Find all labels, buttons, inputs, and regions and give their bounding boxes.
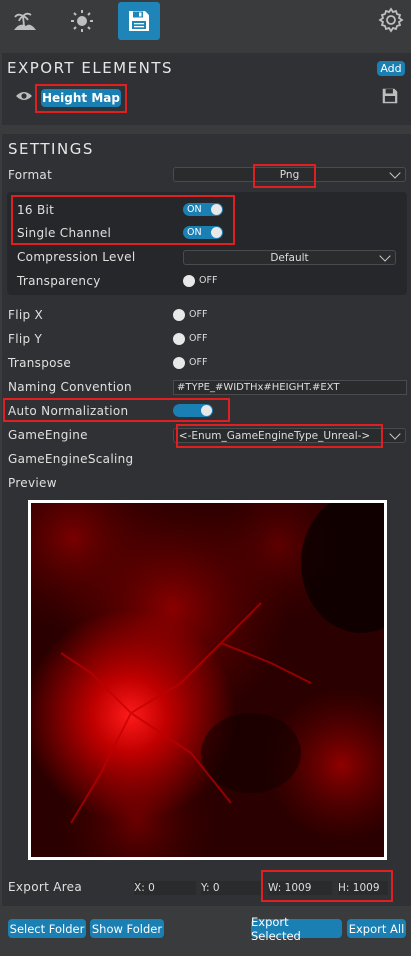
transparency-label: Transparency <box>17 274 101 288</box>
transparency-toggle[interactable]: OFF <box>183 275 223 287</box>
flip-y-label: Flip Y <box>8 332 43 346</box>
game-engine-scaling-label: GameEngineScaling <box>8 452 134 466</box>
export-area-label: Export Area <box>8 880 83 894</box>
flip-y-state: OFF <box>189 333 208 344</box>
toggle-knob <box>173 333 185 345</box>
format-label: Format <box>8 168 53 182</box>
toggle-knob <box>183 275 195 287</box>
settings-title: SETTINGS <box>8 140 94 158</box>
game-engine-highlight <box>176 424 383 448</box>
save-element-button[interactable] <box>382 88 398 107</box>
eye-icon <box>15 91 33 105</box>
x-label: X: <box>134 882 145 894</box>
lighting-tab[interactable] <box>61 2 103 40</box>
chevron-down-icon <box>389 428 401 440</box>
format-highlight <box>253 164 316 188</box>
flip-x-state: OFF <box>189 309 208 320</box>
preview-label: Preview <box>8 476 57 490</box>
flip-x-label: Flip X <box>8 308 44 322</box>
save-disk-icon <box>382 88 398 107</box>
compression-value: Default <box>270 252 309 264</box>
toggle-knob <box>173 309 185 321</box>
terrain-tab[interactable] <box>4 2 46 40</box>
preview-frame <box>28 500 387 860</box>
visibility-toggle[interactable] <box>15 90 33 105</box>
auto-normalization-highlight <box>3 398 230 422</box>
sun-icon <box>70 9 94 33</box>
x-value: 0 <box>148 882 155 894</box>
export-elements-title: EXPORT ELEMENTS <box>7 59 174 77</box>
export-area-y[interactable]: Y: 0 <box>201 881 263 895</box>
y-value: 0 <box>212 882 220 894</box>
naming-label: Naming Convention <box>8 380 132 394</box>
toggle-knob <box>173 357 185 369</box>
export-selected-button[interactable]: Export Selected <box>251 915 342 943</box>
flip-x-toggle[interactable]: OFF <box>173 309 213 321</box>
select-folder-button[interactable]: Select Folder <box>8 919 86 938</box>
y-label: Y: <box>201 882 210 894</box>
transparency-state: OFF <box>199 275 218 286</box>
transpose-toggle[interactable]: OFF <box>173 357 213 369</box>
transpose-label: Transpose <box>8 356 72 370</box>
export-all-button[interactable]: Export All <box>347 919 406 938</box>
add-button[interactable]: Add <box>377 61 405 76</box>
transpose-state: OFF <box>189 357 208 368</box>
game-engine-label: GameEngine <box>8 428 88 442</box>
export-tab[interactable] <box>118 2 160 40</box>
top-toolbar <box>0 0 411 46</box>
height-map-item[interactable]: Height Map <box>41 89 121 107</box>
export-size-highlight <box>261 870 393 902</box>
compression-dropdown[interactable]: Default <box>183 250 396 265</box>
show-folder-button[interactable]: Show Folder <box>90 919 164 938</box>
island-icon <box>12 10 38 32</box>
export-area-x[interactable]: X: 0 <box>134 881 196 895</box>
save-disk-icon <box>128 10 150 32</box>
bit-channel-highlight <box>11 195 235 245</box>
compression-label: Compression Level <box>17 250 136 264</box>
settings-button[interactable] <box>378 7 404 33</box>
flip-y-toggle[interactable]: OFF <box>173 333 213 345</box>
height-map-preview <box>31 503 384 857</box>
gear-icon <box>378 7 404 36</box>
naming-input[interactable]: #TYPE_#WIDTHx#HEIGHT.#EXT <box>173 380 407 395</box>
